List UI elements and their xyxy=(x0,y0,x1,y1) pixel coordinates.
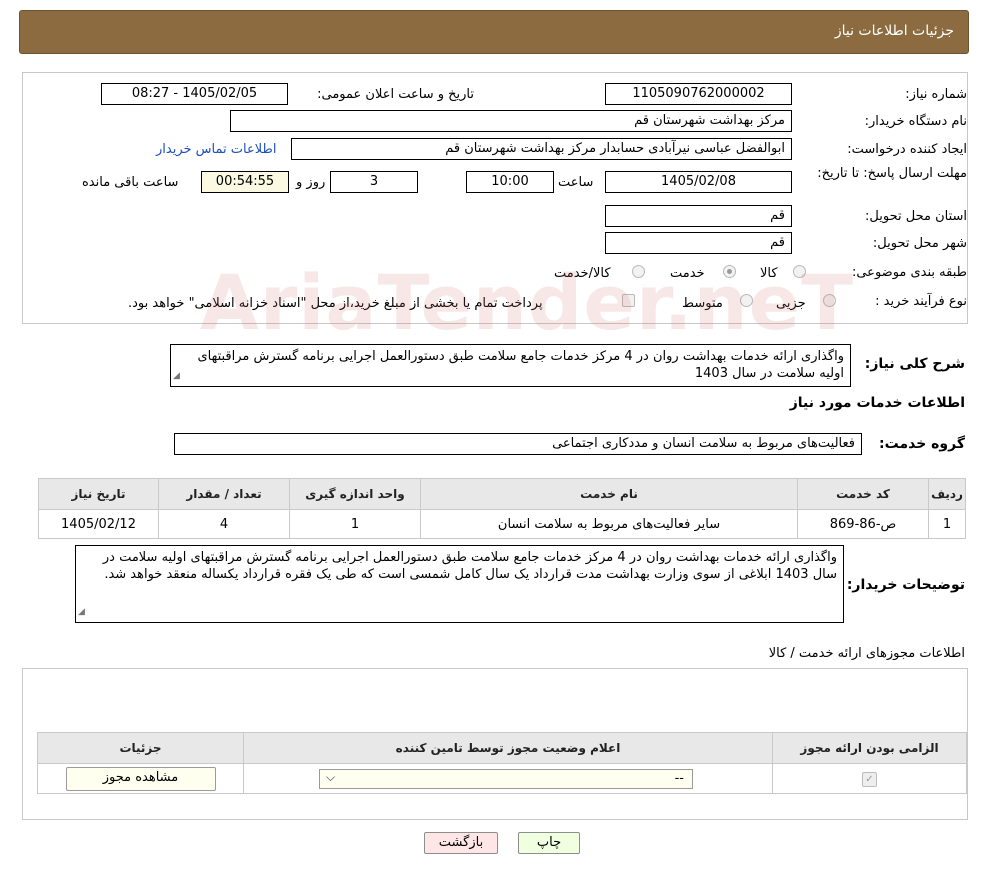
deadline-time-label: ساعت xyxy=(558,175,594,190)
permit-details-cell: مشاهده مجوز xyxy=(37,763,244,794)
col-quantity: تعداد / مقدار xyxy=(158,478,290,510)
process-jozee-label: جزیی xyxy=(776,296,806,311)
permit-status-select[interactable]: -- ⌵ xyxy=(319,768,693,789)
process-motevaset-label: متوسط xyxy=(682,296,723,311)
view-permit-button[interactable]: مشاهده مجوز xyxy=(65,766,216,791)
announce-date-field: 1405/02/05 - 08:27 xyxy=(101,83,288,105)
permits-table-header: الزامی بودن ارائه مجوز اعلام وضعیت مجوز … xyxy=(37,732,967,764)
back-button[interactable]: بازگشت xyxy=(424,832,498,854)
category-kala-khedmat-label: کالا/خدمت xyxy=(554,266,611,281)
treasury-payment-note: پرداخت تمام یا بخشی از مبلغ خرید،از محل … xyxy=(128,296,543,311)
services-section-title: اطلاعات خدمات مورد نیاز xyxy=(789,395,965,411)
cell-quantity: 4 xyxy=(158,509,290,539)
col-service-code: کد خدمت xyxy=(797,478,929,510)
summary-label: شرح کلی نیاز: xyxy=(864,356,965,372)
city-label: شهر محل تحویل: xyxy=(872,236,967,251)
permits-table: الزامی بودن ارائه مجوز اعلام وضعیت مجوز … xyxy=(37,732,967,794)
category-kala-khedmat-radio[interactable] xyxy=(632,265,645,278)
city-field: قم xyxy=(605,232,792,254)
cell-service-code: ص-86-869 xyxy=(797,509,929,539)
remaining-time-label: ساعت باقی مانده xyxy=(82,175,179,190)
deadline-date-field: 1405/02/08 xyxy=(605,171,792,193)
services-table-header: ردیف کد خدمت نام خدمت واحد اندازه گیری ت… xyxy=(38,478,966,510)
creator-field: ابوالفضل عباسی نیرآبادی حسابدار مرکز بهد… xyxy=(291,138,792,160)
buyer-contact-link[interactable]: اطلاعات تماس خریدار xyxy=(156,142,276,157)
days-field: 3 xyxy=(330,171,418,193)
buyer-org-label: نام دستگاه خریدار: xyxy=(864,114,967,129)
process-type-label: نوع فرآیند خرید : xyxy=(875,294,967,309)
table-row: 1 ص-86-869 سایر فعالیت‌های مربوط به سلام… xyxy=(38,509,966,539)
deadline-time-field: 10:00 xyxy=(466,171,554,193)
days-label: روز و xyxy=(296,175,326,190)
province-field: قم xyxy=(605,205,792,227)
remaining-time-field: 00:54:55 xyxy=(201,171,289,193)
category-kala-radio[interactable] xyxy=(793,265,806,278)
creator-label: ایجاد کننده درخواست: xyxy=(847,142,967,157)
table-row: ✓ -- ⌵ مشاهده مجوز xyxy=(37,763,967,794)
col-permit-status: اعلام وضعیت مجوز توسط تامین کننده xyxy=(243,732,773,764)
buyer-org-field: مرکز بهداشت شهرستان قم xyxy=(230,110,792,132)
need-number-label: شماره نیاز: xyxy=(905,87,967,102)
process-motevaset-radio[interactable] xyxy=(740,294,753,307)
need-number-field: 1105090762000002 xyxy=(605,83,792,105)
summary-textarea: واگذاری ارائه خدمات بهداشت روان در 4 مرک… xyxy=(170,344,851,387)
category-khedmat-label: خدمت xyxy=(670,266,705,281)
category-kala-label: کالا xyxy=(760,266,778,281)
service-group-label: گروه خدمت: xyxy=(879,436,965,452)
col-unit: واحد اندازه گیری xyxy=(289,478,421,510)
page-header: جزئیات اطلاعات نیاز xyxy=(19,10,969,54)
category-label: طبقه بندی موضوعی: xyxy=(851,265,967,280)
permit-status-value: -- xyxy=(674,770,684,786)
col-need-date: تاریخ نیاز xyxy=(38,478,159,510)
service-group-field: فعالیت‌های مربوط به سلامت انسان و مددکار… xyxy=(174,433,862,455)
treasury-payment-checkbox[interactable] xyxy=(622,294,635,307)
deadline-label: مهلت ارسال پاسخ: تا تاریخ: xyxy=(817,166,967,181)
cell-row: 1 xyxy=(928,509,966,539)
services-table: ردیف کد خدمت نام خدمت واحد اندازه گیری ت… xyxy=(38,478,966,539)
permit-required-cell: ✓ xyxy=(772,763,967,794)
print-button[interactable]: چاپ xyxy=(518,832,580,854)
col-service-name: نام خدمت xyxy=(420,478,798,510)
col-permit-details: جزئیات xyxy=(37,732,244,764)
resize-grip-icon[interactable]: ◢ xyxy=(173,368,180,385)
permit-status-cell: -- ⌵ xyxy=(243,763,773,794)
category-khedmat-radio[interactable] xyxy=(723,265,736,278)
summary-text: واگذاری ارائه خدمات بهداشت روان در 4 مرک… xyxy=(197,349,844,381)
page-title: جزئیات اطلاعات نیاز xyxy=(834,23,954,39)
col-row: ردیف xyxy=(928,478,966,510)
buyer-notes-textarea: واگذاری ارائه خدمات بهداشت روان در 4 مرک… xyxy=(75,545,844,623)
resize-grip-icon[interactable]: ◢ xyxy=(78,604,85,621)
permits-section-title: اطلاعات مجوزهای ارائه خدمت / کالا xyxy=(768,646,965,661)
col-permit-required: الزامی بودن ارائه مجوز xyxy=(772,732,967,764)
cell-need-date: 1405/02/12 xyxy=(38,509,159,539)
cell-service-name: سایر فعالیت‌های مربوط به سلامت انسان xyxy=(420,509,798,539)
announce-date-label: تاریخ و ساعت اعلان عمومی: xyxy=(317,87,474,102)
permit-required-checkbox: ✓ xyxy=(862,771,877,787)
buyer-notes-label: توضیحات خریدار: xyxy=(846,577,965,593)
process-jozee-radio[interactable] xyxy=(823,294,836,307)
cell-unit: 1 xyxy=(289,509,421,539)
chevron-down-icon: ⌵ xyxy=(326,769,336,784)
province-label: استان محل تحویل: xyxy=(865,209,967,224)
buyer-notes-text: واگذاری ارائه خدمات بهداشت روان در 4 مرک… xyxy=(102,550,837,582)
